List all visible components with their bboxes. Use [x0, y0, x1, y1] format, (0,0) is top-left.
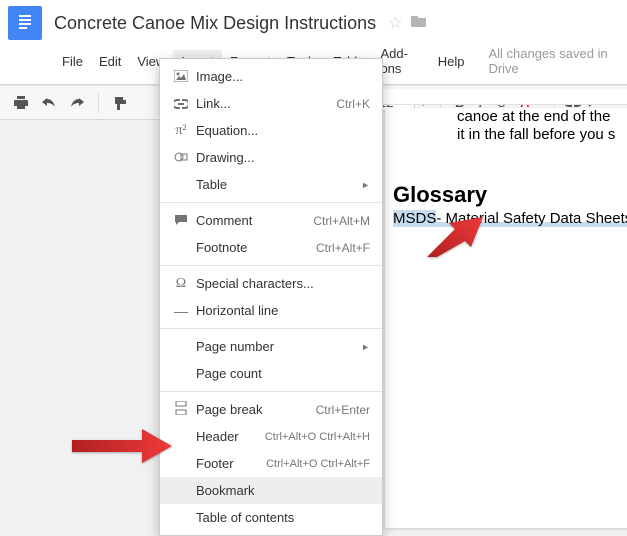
menu-item-horizontal-line[interactable]: ―Horizontal line	[160, 297, 382, 324]
save-status: All changes saved in Drive	[488, 46, 619, 76]
omega-icon: Ω	[170, 276, 192, 292]
submenu-arrow-icon: ►	[361, 342, 370, 352]
document-page[interactable]: canoe at the end of the it in the fall b…	[385, 108, 627, 528]
docs-logo[interactable]	[8, 6, 42, 40]
menu-item-comment[interactable]: CommentCtrl+Alt+M	[160, 207, 382, 234]
menu-item-page-break[interactable]: Page breakCtrl+Enter	[160, 396, 382, 423]
menu-item-special-chars[interactable]: ΩSpecial characters...	[160, 270, 382, 297]
titlebar: Concrete Canoe Mix Design Instructions ☆	[0, 0, 627, 40]
folder-icon[interactable]	[411, 14, 427, 33]
menu-help[interactable]: Help	[430, 50, 473, 73]
print-icon[interactable]	[10, 92, 32, 114]
menu-item-footer[interactable]: FooterCtrl+Alt+O Ctrl+Alt+F	[160, 450, 382, 477]
image-icon	[170, 69, 192, 85]
link-icon	[170, 96, 192, 112]
menu-item-image[interactable]: Image...	[160, 63, 382, 90]
menu-item-toc[interactable]: Table of contents	[160, 504, 382, 531]
menu-edit[interactable]: Edit	[91, 50, 129, 73]
menu-item-bookmark[interactable]: Bookmark	[160, 477, 382, 504]
paint-format-icon[interactable]	[109, 92, 131, 114]
hline-icon: ―	[170, 303, 192, 319]
annotation-arrow-icon	[427, 217, 483, 257]
menu-item-page-count[interactable]: Page count	[160, 360, 382, 387]
body-text-line: it in the fall before you s	[457, 126, 615, 143]
star-icon[interactable]: ☆	[388, 13, 402, 33]
menu-item-footnote[interactable]: FootnoteCtrl+Alt+F	[160, 234, 382, 261]
heading-glossary: Glossary	[393, 182, 487, 208]
comment-icon	[170, 213, 192, 229]
body-text-line: canoe at the end of the	[457, 108, 610, 125]
equation-icon: π²	[170, 123, 192, 139]
insert-menu-dropdown: Image... Link...Ctrl+K π²Equation... Dra…	[159, 58, 383, 536]
menu-item-table[interactable]: Table►	[160, 171, 382, 198]
menu-item-equation[interactable]: π²Equation...	[160, 117, 382, 144]
menu-item-header[interactable]: HeaderCtrl+Alt+O Ctrl+Alt+H	[160, 423, 382, 450]
menu-item-page-number[interactable]: Page number►	[160, 333, 382, 360]
menu-item-drawing[interactable]: Drawing...	[160, 144, 382, 171]
document-title[interactable]: Concrete Canoe Mix Design Instructions	[54, 13, 376, 34]
drawing-icon	[170, 150, 192, 166]
undo-icon[interactable]	[38, 92, 60, 114]
menu-item-link[interactable]: Link...Ctrl+K	[160, 90, 382, 117]
menu-file[interactable]: File	[54, 50, 91, 73]
annotation-arrow-icon	[72, 429, 172, 463]
submenu-arrow-icon: ►	[361, 180, 370, 190]
redo-icon[interactable]	[66, 92, 88, 114]
page-break-icon	[170, 401, 192, 418]
